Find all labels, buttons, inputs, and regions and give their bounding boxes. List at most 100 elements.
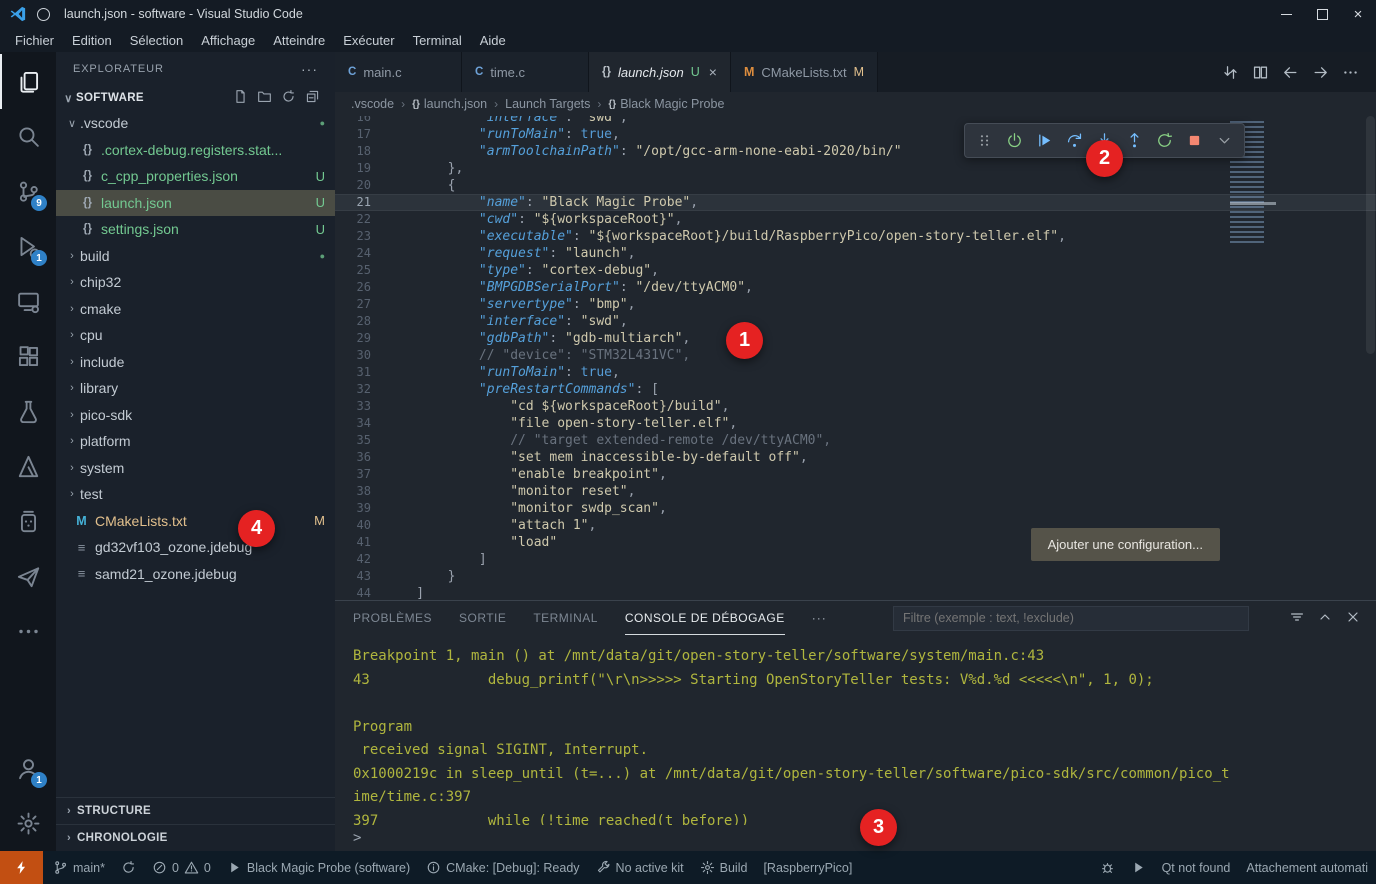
split-button[interactable] bbox=[1246, 58, 1274, 86]
breadcrumb-item-launch-json[interactable]: {}launch.json bbox=[412, 97, 487, 111]
menu-s-lection[interactable]: Sélection bbox=[121, 28, 192, 52]
status-build[interactable]: Build bbox=[692, 851, 756, 884]
status-cmake-status[interactable]: CMake: [Debug]: Ready bbox=[418, 851, 587, 884]
activity-account[interactable]: 1 bbox=[0, 741, 56, 796]
status-problems[interactable]: 00 bbox=[144, 851, 219, 884]
close-button[interactable]: × bbox=[1340, 0, 1376, 28]
tree-item-vscode[interactable]: ∨.vscode● bbox=[56, 110, 335, 137]
debug-step-over-button[interactable] bbox=[1060, 127, 1089, 154]
arrow-left-button[interactable] bbox=[1276, 58, 1304, 86]
tab-time-c[interactable]: Ctime.c bbox=[462, 52, 589, 92]
breadcrumb-item-launch-targets[interactable]: Launch Targets bbox=[505, 97, 590, 111]
tree-item-chip32[interactable]: ›chip32 bbox=[56, 269, 335, 296]
maximize-button[interactable] bbox=[1304, 0, 1340, 28]
menu-aide[interactable]: Aide bbox=[471, 28, 515, 52]
tab-launch-json[interactable]: {}launch.jsonU× bbox=[589, 52, 731, 92]
tree-item-cmake[interactable]: ›cmake bbox=[56, 296, 335, 323]
debug-console-input-row[interactable]: > bbox=[335, 825, 1376, 851]
menu-terminal[interactable]: Terminal bbox=[404, 28, 471, 52]
status-debug-icon[interactable] bbox=[1092, 851, 1123, 884]
tree-item-launch-json[interactable]: {}launch.jsonU bbox=[56, 190, 335, 217]
activity-more[interactable] bbox=[0, 604, 56, 659]
refresh-button[interactable] bbox=[281, 89, 296, 107]
breadcrumb-item-vscode[interactable]: .vscode bbox=[351, 97, 394, 111]
activity-search[interactable] bbox=[0, 109, 56, 164]
new-file-button[interactable] bbox=[233, 89, 248, 107]
panel-tab-console-de-d-bogage[interactable]: CONSOLE DE DÉBOGAGE bbox=[625, 601, 785, 635]
close-panel-button[interactable] bbox=[1345, 609, 1361, 628]
activity-cmake-tool[interactable] bbox=[0, 439, 56, 494]
status-cmake-target[interactable]: [RaspberryPico] bbox=[755, 851, 860, 884]
error-icon bbox=[152, 860, 167, 875]
debug-power-button[interactable] bbox=[1000, 127, 1029, 154]
status-debug-target[interactable]: Black Magic Probe (software) bbox=[219, 851, 418, 884]
tree-item-test[interactable]: ›test bbox=[56, 481, 335, 508]
tree-item-library[interactable]: ›library bbox=[56, 375, 335, 402]
panel-tab-probl-mes[interactable]: PROBLÈMES bbox=[353, 601, 432, 635]
activity-source-control[interactable]: 9 bbox=[0, 164, 56, 219]
tree-item-system[interactable]: ›system bbox=[56, 455, 335, 482]
tab-main-c[interactable]: Cmain.c bbox=[335, 52, 462, 92]
minimize-button[interactable] bbox=[1268, 0, 1304, 28]
close-tab-icon[interactable]: × bbox=[709, 64, 717, 80]
activity-send[interactable] bbox=[0, 549, 56, 604]
editor-scrollbar[interactable] bbox=[1366, 116, 1375, 354]
tab-cmakelists-txt[interactable]: MCMakeLists.txtM bbox=[731, 52, 878, 92]
menu-edition[interactable]: Edition bbox=[63, 28, 121, 52]
activity-test-beaker[interactable] bbox=[0, 384, 56, 439]
tree-item-pico-sdk[interactable]: ›pico-sdk bbox=[56, 402, 335, 429]
menu-fichier[interactable]: Fichier bbox=[6, 28, 63, 52]
panel-tab-sortie[interactable]: SORTIE bbox=[459, 601, 506, 635]
activity-container-jar[interactable] bbox=[0, 494, 56, 549]
line-number: 27 bbox=[335, 296, 385, 313]
status-auto-attach[interactable]: Attachement automati bbox=[1238, 851, 1376, 884]
activity-settings-gear[interactable] bbox=[0, 796, 56, 851]
workspace-section-header[interactable]: ∨ SOFTWARE bbox=[56, 86, 335, 110]
tree-item-build[interactable]: ›build● bbox=[56, 243, 335, 270]
status-remote-indicator[interactable] bbox=[0, 851, 43, 884]
more-dots-button[interactable] bbox=[1336, 58, 1364, 86]
status-qt-status[interactable]: Qt not found bbox=[1154, 851, 1239, 884]
line-number: 31 bbox=[335, 364, 385, 381]
tree-item-settings-json[interactable]: {}settings.jsonU bbox=[56, 216, 335, 243]
panel-more-icon[interactable]: ··· bbox=[812, 611, 827, 625]
tree-item-c-cpp-properties-json[interactable]: {}c_cpp_properties.jsonU bbox=[56, 163, 335, 190]
code-editor[interactable]: 16 "interface": "swd",17 "runToMain": tr… bbox=[335, 116, 1376, 600]
activity-run-debug[interactable]: 1 bbox=[0, 219, 56, 274]
tree-item-gd32vf103-ozone-jdebug[interactable]: ≡gd32vf103_ozone.jdebug bbox=[56, 534, 335, 561]
activity-extensions[interactable] bbox=[0, 329, 56, 384]
collapse-all-button[interactable] bbox=[305, 89, 320, 107]
arrow-right-button[interactable] bbox=[1306, 58, 1334, 86]
add-configuration-button[interactable]: Ajouter une configuration... bbox=[1031, 528, 1220, 561]
status-cmake-kit[interactable]: No active kit bbox=[588, 851, 692, 884]
section-structure[interactable]: ›STRUCTURE bbox=[56, 797, 335, 824]
debug-restart-button[interactable] bbox=[1150, 127, 1179, 154]
activity-explorer[interactable] bbox=[0, 54, 56, 109]
tree-item-cpu[interactable]: ›cpu bbox=[56, 322, 335, 349]
activity-remote-explorer[interactable] bbox=[0, 274, 56, 329]
menu-ex-cuter[interactable]: Exécuter bbox=[334, 28, 403, 52]
status-sync[interactable] bbox=[113, 851, 144, 884]
maximize-panel-button[interactable] bbox=[1317, 609, 1333, 628]
debug-continue-button[interactable] bbox=[1030, 127, 1059, 154]
tree-item-include[interactable]: ›include bbox=[56, 349, 335, 376]
new-folder-button[interactable] bbox=[257, 89, 272, 107]
compare-button[interactable] bbox=[1216, 58, 1244, 86]
filter-button[interactable] bbox=[1289, 609, 1305, 628]
panel-tab-terminal[interactable]: TERMINAL bbox=[533, 601, 598, 635]
console-filter-input[interactable] bbox=[893, 606, 1249, 631]
tree-item-cmakelists-txt[interactable]: MCMakeLists.txtM bbox=[56, 508, 335, 535]
tree-item-cortex-debug-registers-stat[interactable]: {}.cortex-debug.registers.stat... bbox=[56, 137, 335, 164]
tree-item-samd21-ozone-jdebug[interactable]: ≡samd21_ozone.jdebug bbox=[56, 561, 335, 588]
debug-chevron-down-button[interactable] bbox=[1210, 127, 1239, 154]
menu-atteindre[interactable]: Atteindre bbox=[264, 28, 334, 52]
debug-stop-button[interactable] bbox=[1180, 127, 1209, 154]
debug-step-out-button[interactable] bbox=[1120, 127, 1149, 154]
sidebar-more-icon[interactable]: ··· bbox=[301, 61, 318, 77]
section-chronologie[interactable]: ›CHRONOLOGIE bbox=[56, 824, 335, 851]
status-run-icon[interactable] bbox=[1123, 851, 1154, 884]
tree-item-platform[interactable]: ›platform bbox=[56, 428, 335, 455]
menu-affichage[interactable]: Affichage bbox=[192, 28, 264, 52]
breadcrumb-item-black-magic-probe[interactable]: {}Black Magic Probe bbox=[608, 97, 724, 111]
status-git-branch[interactable]: main* bbox=[45, 851, 113, 884]
